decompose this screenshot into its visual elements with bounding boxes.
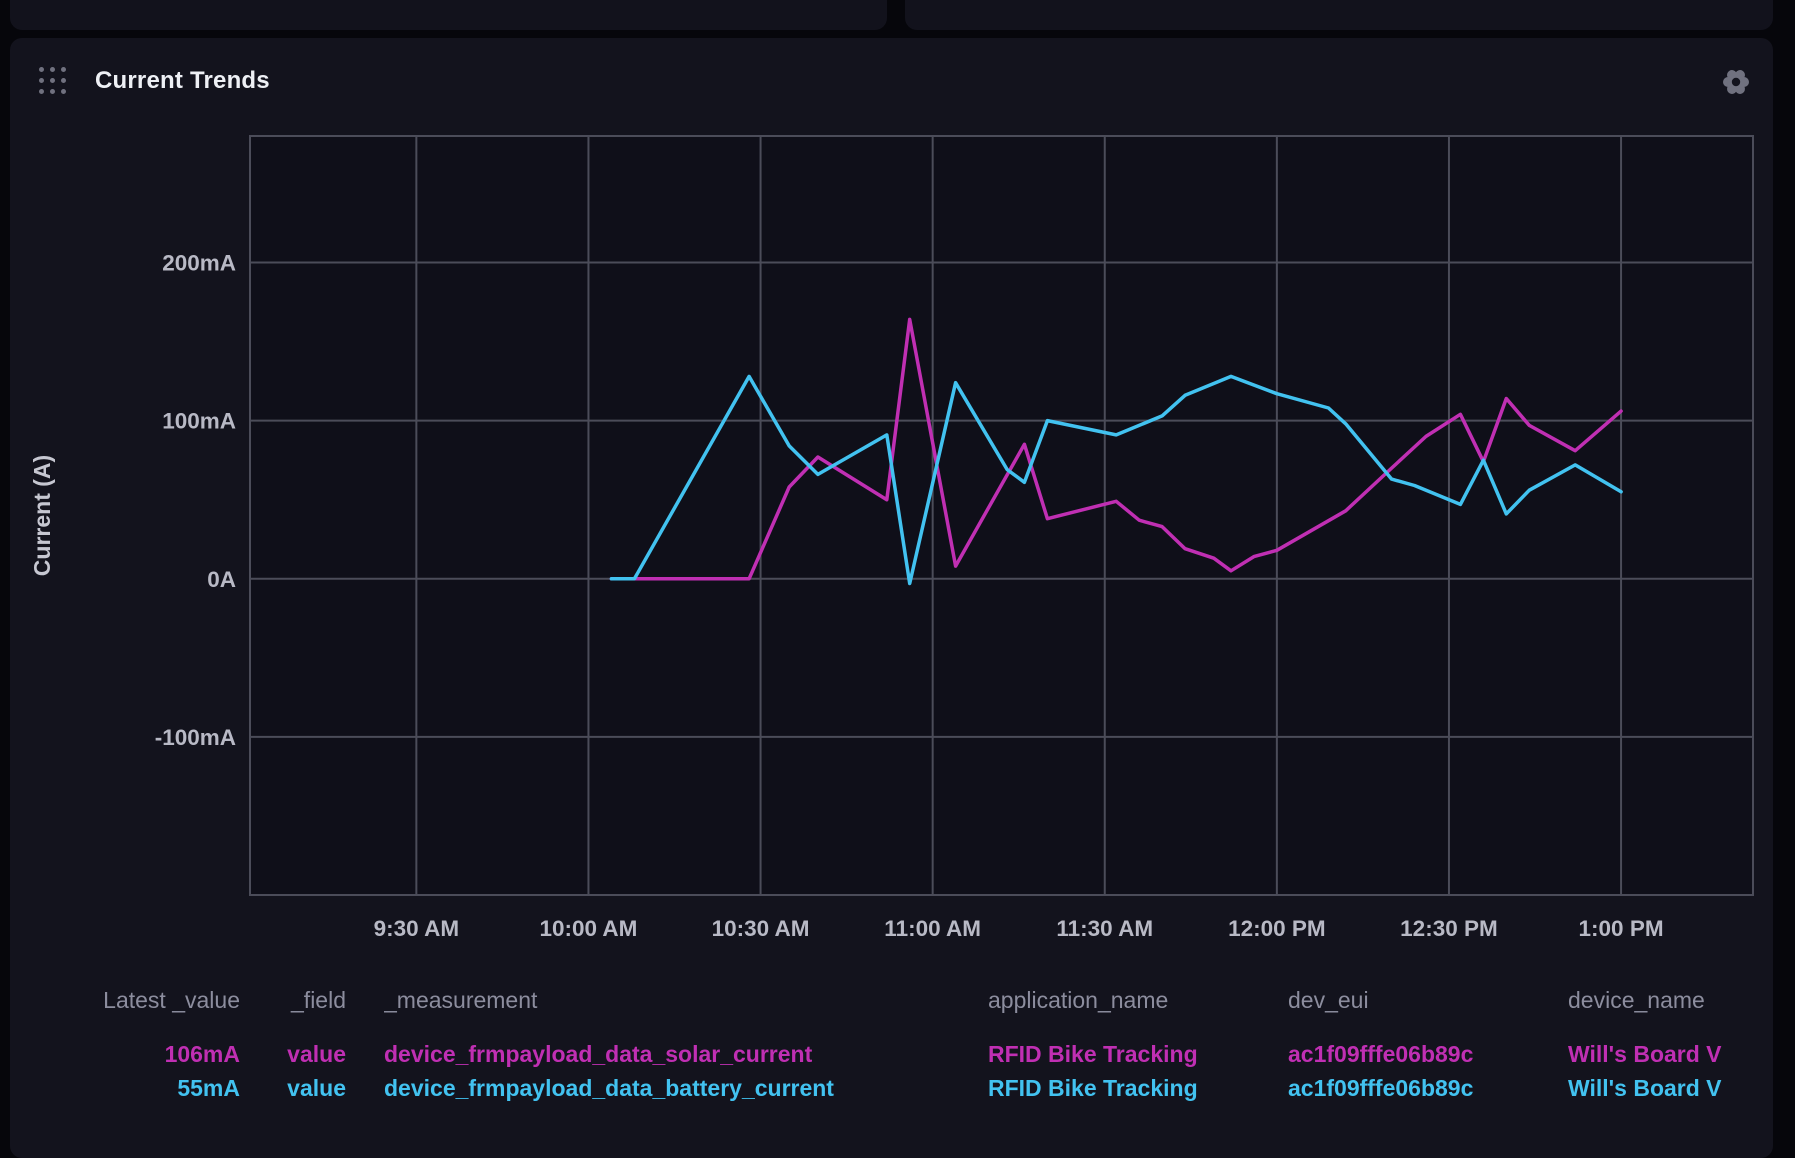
legend-cell-device_name: Will's Board V xyxy=(1568,1072,1768,1104)
y-axis-tick-label: 0A xyxy=(207,567,236,592)
legend-cell-application_name: RFID Bike Tracking xyxy=(988,1038,1268,1070)
legend-row-battery: 55mA value device_frmpayload_data_battery_… xyxy=(10,1072,1773,1104)
panel-above-left xyxy=(10,0,887,30)
x-axis-tick-label: 11:00 AM xyxy=(884,916,981,941)
legend-cell-device_name: Will's Board V xyxy=(1568,1038,1768,1070)
x-axis-tick-label: 12:00 PM xyxy=(1228,916,1326,941)
legend-cell-measurement: device_frmpayload_data_solar_current xyxy=(384,1038,974,1070)
legend-column-header: device_name xyxy=(1568,984,1768,1016)
current-trends-chart[interactable]: 9:30 AM 10:00 AM 10:30 AM 11:00 AM 11:30 AM 1… xyxy=(10,38,1773,978)
x-axis-tick-label: 1:00 PM xyxy=(1579,916,1664,941)
plot-area xyxy=(250,136,1753,895)
legend-row-solar: 106mA value device_frmpayload_data_solar_c… xyxy=(10,1038,1773,1070)
x-axis-tick-label: 10:00 AM xyxy=(539,916,637,941)
legend-header-row: Latest _value _field _measurement applicati… xyxy=(10,984,1773,1016)
legend-cell-Latest _value: 55mA xyxy=(50,1072,240,1104)
legend-cell-measurement: device_frmpayload_data_battery_current xyxy=(384,1072,974,1104)
legend-cell-field: value xyxy=(260,1072,346,1104)
x-axis-tick-label: 9:30 AM xyxy=(374,916,459,941)
x-axis-tick-label: 12:30 PM xyxy=(1400,916,1498,941)
legend-cell-field: value xyxy=(260,1038,346,1070)
legend-cell-application_name: RFID Bike Tracking xyxy=(988,1072,1268,1104)
y-axis-tick-label: -100mA xyxy=(155,725,236,750)
legend-column-header: application_name xyxy=(988,984,1268,1016)
current-trends-panel: Current Trends 9:30 AM10:00 AM10:30 AM11… xyxy=(10,38,1773,1158)
legend-column-header: Latest _value xyxy=(50,984,240,1016)
legend-column-header: _measurement xyxy=(384,984,974,1016)
legend-cell-dev_eui: ac1f09fffe06b89c xyxy=(1288,1072,1548,1104)
y-axis-tick-label: 100mA xyxy=(162,409,236,434)
legend-column-header: dev_eui xyxy=(1288,984,1548,1016)
legend-column-header: _field xyxy=(260,984,346,1016)
y-axis-tick-label: 200mA xyxy=(162,251,236,276)
y-axis-title: Current (A) xyxy=(29,455,55,576)
x-axis-tick-label: 11:30 AM xyxy=(1056,916,1153,941)
x-axis-tick-label: 10:30 AM xyxy=(712,916,810,941)
legend-cell-dev_eui: ac1f09fffe06b89c xyxy=(1288,1038,1548,1070)
panel-above-right xyxy=(905,0,1773,30)
legend-cell-Latest _value: 106mA xyxy=(50,1038,240,1070)
